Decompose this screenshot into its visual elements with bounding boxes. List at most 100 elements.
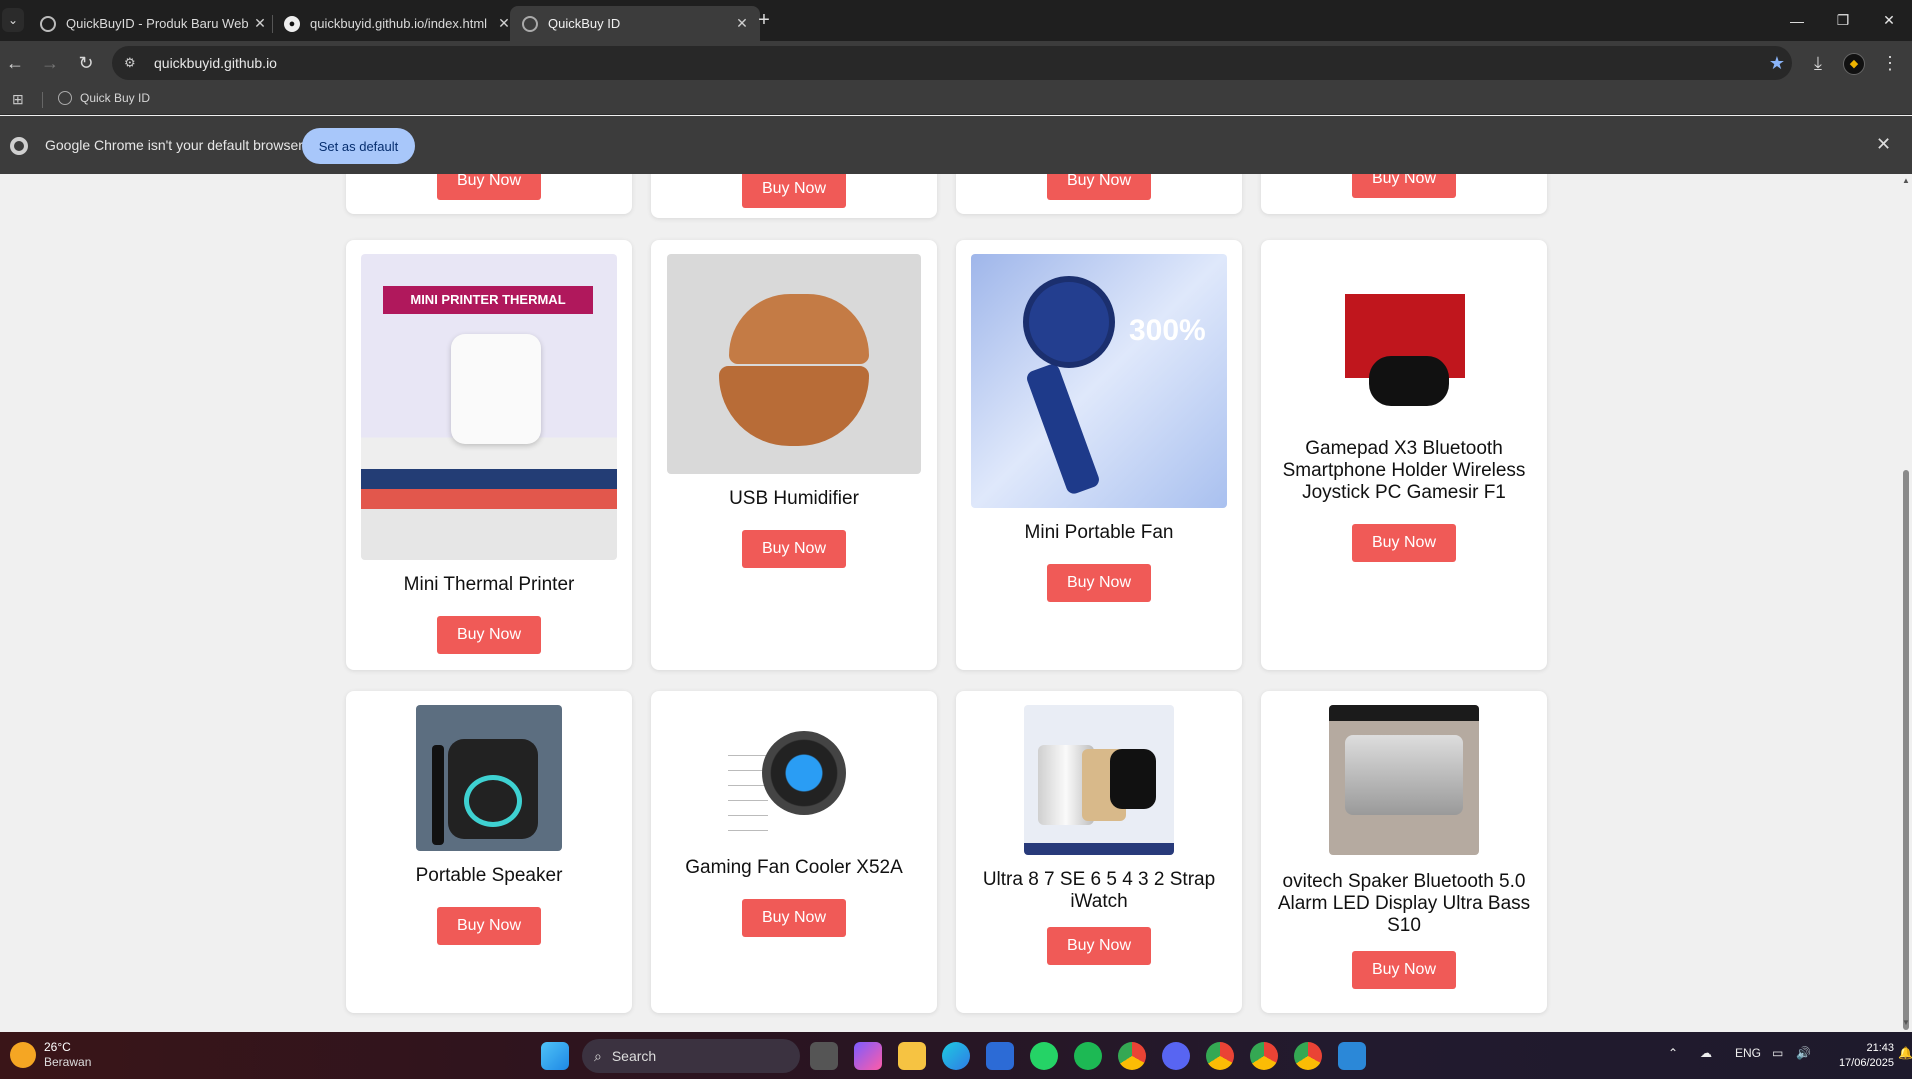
- spotify-icon[interactable]: [1074, 1042, 1102, 1070]
- site-info-icon[interactable]: ⚙: [124, 55, 142, 71]
- menu-kebab-icon[interactable]: ⋮: [1878, 51, 1902, 75]
- product-name: ovitech Spaker Bluetooth 5.0 Alarm LED D…: [1277, 871, 1531, 936]
- copilot-icon[interactable]: [854, 1042, 882, 1070]
- system-clock[interactable]: 21:43 17/06/2025: [1830, 1041, 1894, 1071]
- product-card-usb-humidifier: USB Humidifier Buy Now: [651, 240, 937, 670]
- close-icon[interactable]: ✕: [252, 15, 268, 32]
- window-close-icon[interactable]: ✕: [1866, 0, 1912, 41]
- chrome-icon[interactable]: [1206, 1042, 1234, 1070]
- image-strip: [361, 489, 617, 509]
- tab-search-icon[interactable]: ⌄: [2, 8, 24, 32]
- windows-taskbar: 26°C Berawan ⌕ Search ⌃ ☁ ENG ▭ 🔊 21:43 …: [0, 1032, 1912, 1079]
- buy-now-button[interactable]: Buy Now: [1352, 951, 1456, 989]
- taskbar-search[interactable]: ⌕ Search: [582, 1039, 800, 1073]
- close-icon[interactable]: ✕: [734, 15, 750, 32]
- minimize-icon[interactable]: —: [1774, 0, 1820, 41]
- tray-chevron-icon[interactable]: ⌃: [1668, 1046, 1678, 1060]
- edge-icon[interactable]: [942, 1042, 970, 1070]
- product-image[interactable]: [416, 705, 562, 851]
- product-name: Mini Portable Fan: [1024, 522, 1174, 543]
- buy-now-button[interactable]: Buy Now: [742, 174, 846, 208]
- windows-start-icon[interactable]: [541, 1042, 569, 1070]
- github-icon: ●: [284, 15, 300, 32]
- image-header: [1329, 705, 1479, 721]
- notepad-icon[interactable]: [1338, 1042, 1366, 1070]
- product-card-gaming-fan-cooler: Gaming Fan Cooler X52A Buy Now: [651, 691, 937, 1013]
- buy-now-button[interactable]: Buy Now: [742, 899, 846, 937]
- task-view-icon[interactable]: [810, 1042, 838, 1070]
- page-content: Buy Now Buy Now Buy Now Buy Now MINI PRI…: [0, 174, 1900, 1032]
- microphone-shape: [432, 745, 444, 845]
- weather-widget[interactable]: 26°C Berawan: [10, 1040, 91, 1070]
- speaker-ring: [464, 775, 522, 827]
- buy-now-button[interactable]: Buy Now: [1352, 524, 1456, 562]
- scroll-up-arrow-icon[interactable]: ▲: [1901, 176, 1911, 185]
- product-image[interactable]: MINI PRINTER THERMAL: [361, 254, 617, 560]
- buy-now-button[interactable]: Buy Now: [437, 907, 541, 945]
- onedrive-icon[interactable]: ☁: [1700, 1046, 1712, 1060]
- scroll-down-arrow-icon[interactable]: ▼: [1901, 1018, 1911, 1027]
- set-as-default-button[interactable]: Set as default: [302, 128, 415, 164]
- language-indicator[interactable]: ENG: [1735, 1046, 1761, 1060]
- buy-now-button[interactable]: Buy Now: [742, 530, 846, 568]
- globe-icon: [522, 15, 538, 32]
- tab-quickbuy-id[interactable]: QuickBuy ID ✕: [510, 6, 760, 41]
- network-icon[interactable]: ▭: [1772, 1046, 1783, 1060]
- url-text[interactable]: quickbuyid.github.io: [154, 55, 1762, 71]
- globe-icon: [40, 15, 56, 32]
- cooler-fan: [762, 731, 846, 815]
- download-icon[interactable]: ⤓: [1806, 51, 1830, 75]
- back-arrow-icon[interactable]: ←: [3, 51, 27, 75]
- bookmark-star-icon[interactable]: ★: [1762, 53, 1792, 74]
- chrome-icon[interactable]: [1250, 1042, 1278, 1070]
- page-scrollbar[interactable]: ▲ ▼: [1900, 174, 1912, 1032]
- product-card-gamepad-x3: Gamepad X3 Bluetooth Smartphone Holder W…: [1261, 240, 1547, 670]
- product-image[interactable]: [724, 705, 864, 845]
- profile-avatar[interactable]: ◆: [1843, 53, 1865, 75]
- store-icon[interactable]: [986, 1042, 1014, 1070]
- clock-speaker-shape: [1345, 735, 1463, 815]
- product-image[interactable]: 300%: [971, 254, 1227, 508]
- product-image[interactable]: [1329, 286, 1479, 426]
- buy-now-button[interactable]: Buy Now: [1047, 174, 1151, 200]
- tab-github[interactable]: ● quickbuyid.github.io/index.html ✕: [272, 6, 522, 41]
- weather-condition: Berawan: [44, 1055, 92, 1069]
- reload-icon[interactable]: ↻: [74, 51, 98, 75]
- whatsapp-icon[interactable]: [1030, 1042, 1058, 1070]
- product-name: USB Humidifier: [729, 488, 859, 509]
- volume-icon[interactable]: 🔊: [1796, 1046, 1811, 1060]
- globe-icon: [58, 91, 72, 105]
- discord-icon[interactable]: [1162, 1042, 1190, 1070]
- buy-now-button[interactable]: Buy Now: [1047, 927, 1151, 965]
- bookmark-label: Quick Buy ID: [80, 91, 151, 105]
- file-explorer-icon[interactable]: [898, 1042, 926, 1070]
- address-bar[interactable]: ⚙ quickbuyid.github.io ★: [112, 46, 1792, 80]
- buy-now-button[interactable]: Buy Now: [437, 174, 541, 200]
- chrome-icon[interactable]: [1118, 1042, 1146, 1070]
- product-name: Portable Speaker: [415, 865, 563, 886]
- chrome-icon[interactable]: [1294, 1042, 1322, 1070]
- search-label: Search: [611, 1048, 657, 1064]
- apps-grid-icon[interactable]: ⊞: [12, 91, 24, 108]
- gamepad-shape: [1369, 356, 1449, 406]
- buy-now-button[interactable]: Buy Now: [1352, 174, 1456, 198]
- product-image[interactable]: [667, 254, 921, 474]
- bookmark-quick-buy-id[interactable]: Quick Buy ID: [58, 91, 150, 105]
- new-tab-plus-icon[interactable]: +: [752, 9, 776, 33]
- humidifier-base: [719, 366, 869, 446]
- product-name: Ultra 8 7 SE 6 5 4 3 2 Strap iWatch: [982, 869, 1216, 912]
- buy-now-button[interactable]: Buy Now: [437, 616, 541, 654]
- product-card: Buy Now: [1261, 174, 1547, 214]
- product-name: Mini Thermal Printer: [403, 574, 575, 595]
- product-image[interactable]: [1024, 705, 1174, 855]
- product-image[interactable]: [1329, 705, 1479, 855]
- notification-bell-icon[interactable]: 🔔: [1898, 1046, 1912, 1060]
- restore-icon[interactable]: ❐: [1820, 0, 1866, 41]
- forward-arrow-icon[interactable]: →: [38, 51, 62, 75]
- weather-temperature: 26°C: [44, 1040, 71, 1054]
- feature-list: [728, 741, 768, 831]
- infobar-close-icon[interactable]: ✕: [1876, 134, 1891, 155]
- scrollbar-thumb[interactable]: [1903, 470, 1909, 1030]
- buy-now-button[interactable]: Buy Now: [1047, 564, 1151, 602]
- tab-quickbuyid-produk[interactable]: QuickBuyID - Produk Baru Web ✕: [28, 6, 278, 41]
